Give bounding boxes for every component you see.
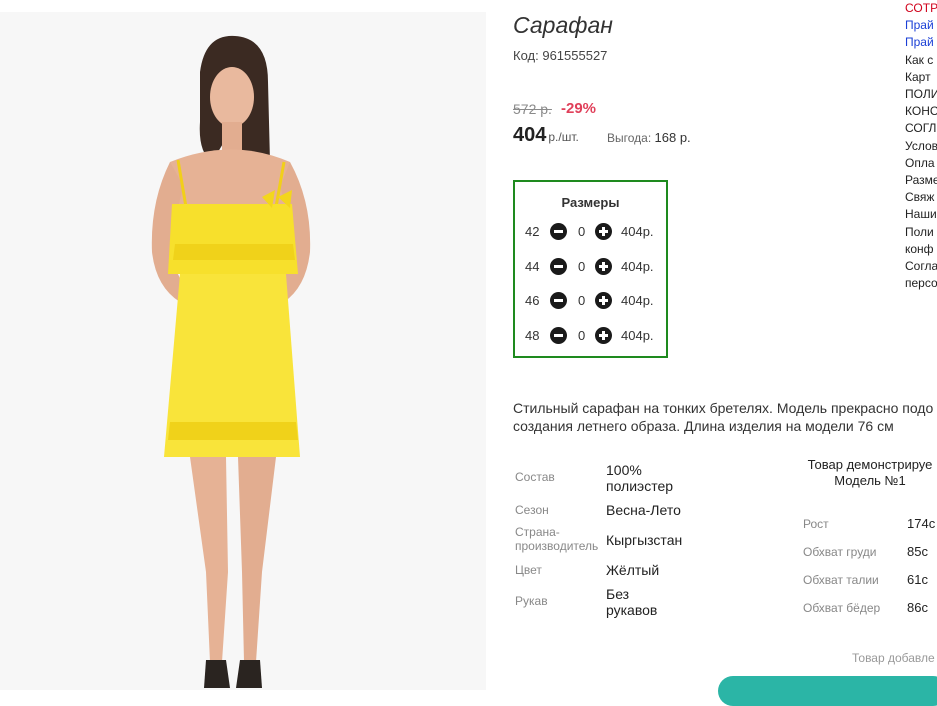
nav-link[interactable]: Разме [905,172,937,189]
model-in-yellow-dress-image [0,12,486,690]
measurement-row: Обхват груди 85с [803,544,937,559]
demo-model-line: Товар демонстрируе [807,457,933,472]
size-label: 42 [525,224,540,239]
nav-link[interactable]: Карт [905,69,937,86]
measurement-value: 174с [907,516,936,531]
attribute-value: 100% [606,462,642,478]
measurement-value: 61с [907,572,928,587]
quantity-value: 0 [578,224,586,239]
measurement-row: Рост 174с [803,516,937,531]
increase-quantity-button[interactable] [595,327,612,344]
size-price: 404р. [621,224,654,239]
product-code: Код: 961555527 [513,48,607,63]
nav-link[interactable]: Опла [905,155,937,172]
right-nav-menu: СОТР Прай Прай Как с Карт ПОЛИ КОНС СОГЛ… [905,0,937,292]
sizes-header: Размеры [561,195,620,210]
size-label: 46 [525,293,540,308]
decrease-quantity-button[interactable] [550,292,567,309]
nav-link[interactable]: Прай [905,34,937,51]
discount-badge: -29% [561,100,597,117]
nav-link[interactable]: Согла [905,258,937,275]
measurement-row: Обхват талии 61с [803,572,937,587]
demo-model-name: Модель №1 [834,473,906,488]
attribute-row: Страна- производитель Кыргызстан [515,525,775,555]
product-title: Сарафан [513,12,613,38]
old-price: 572 р. [513,101,552,117]
attribute-value: Кыргызстан [606,532,683,548]
decrease-quantity-button[interactable] [550,223,567,240]
price-value: 404 [513,124,547,146]
nav-link[interactable]: конф [905,241,937,258]
savings: Выгода: 168 р. [607,130,691,145]
size-selector: Размеры 42 0 404р. 44 0 404р. 46 0 404р.… [513,180,668,358]
demo-model-header: Товар демонстрируе Модель №1 [795,457,937,489]
savings-label: Выгода: [607,131,652,145]
attribute-key: производитель [515,539,599,553]
increase-quantity-button[interactable] [595,292,612,309]
nav-link[interactable]: Наши [905,206,937,223]
decrease-quantity-button[interactable] [550,327,567,344]
nav-link[interactable]: Поли [905,224,937,241]
increase-quantity-button[interactable] [595,258,612,275]
attribute-key: Состав [515,470,555,484]
measurement-label: Обхват талии [803,573,879,587]
size-label: 44 [525,259,540,274]
nav-link[interactable]: СОТР [905,0,937,17]
nav-link[interactable]: Услов [905,138,937,155]
quantity-value: 0 [578,259,586,274]
size-price: 404р. [621,328,654,343]
measurement-value: 85с [907,544,928,559]
nav-link[interactable]: СОГЛ [905,120,937,137]
size-label: 48 [525,328,540,343]
decrease-quantity-button[interactable] [550,258,567,275]
quantity-value: 0 [578,293,586,308]
attribute-key: Сезон [515,503,549,517]
size-price: 404р. [621,293,654,308]
nav-link[interactable]: ПОЛИ [905,86,937,103]
attribute-value: полиэстер [606,478,674,494]
attribute-row: Состав 100% полиэстер [515,462,775,496]
attribute-key: Цвет [515,563,542,577]
product-photo[interactable] [0,12,486,690]
measurement-label: Рост [803,517,829,531]
nav-link[interactable]: КОНС [905,103,937,120]
attribute-row: Рукав Без рукавов [515,586,775,620]
measurement-value: 86с [907,600,928,615]
attribute-value: Без [606,586,630,602]
measurement-label: Обхват бёдер [803,601,881,615]
attribute-row: Сезон Весна-Лето [515,502,775,520]
attribute-value: Весна-Лето [606,502,681,518]
attribute-value: рукавов [606,602,658,618]
size-row: 42 0 404р. [525,222,665,242]
attribute-row: Цвет Жёлтый [515,562,775,580]
size-row: 46 0 404р. [525,291,665,311]
size-row: 44 0 404р. [525,257,665,277]
quantity-value: 0 [578,328,586,343]
added-date-text: Товар добавле [852,651,935,665]
description-line: Стильный сарафан на тонких бретелях. Мод… [513,400,934,416]
product-description: Стильный сарафан на тонких бретелях. Мод… [513,399,937,435]
teal-action-button[interactable] [718,676,937,706]
price-unit: р./шт. [548,130,579,144]
increase-quantity-button[interactable] [595,223,612,240]
attribute-value: Жёлтый [606,562,660,578]
current-price: 404 р./шт. [513,124,579,147]
savings-value: 168 р. [654,130,691,145]
nav-link[interactable]: Свяж [905,189,937,206]
measurement-row: Обхват бёдер 86с [803,600,937,615]
description-line: создания летнего образа. Длина изделия н… [513,418,894,434]
product-code-value: 961555527 [542,48,608,63]
measurement-label: Обхват груди [803,545,877,559]
attribute-key: Рукав [515,594,548,608]
nav-link[interactable]: Как с [905,52,937,69]
size-price: 404р. [621,259,654,274]
nav-link[interactable]: Прай [905,17,937,34]
attribute-key: Страна- [515,525,560,539]
nav-link[interactable]: персо [905,275,937,292]
size-row: 48 0 404р. [525,326,665,346]
product-code-label: Код: [513,48,539,63]
